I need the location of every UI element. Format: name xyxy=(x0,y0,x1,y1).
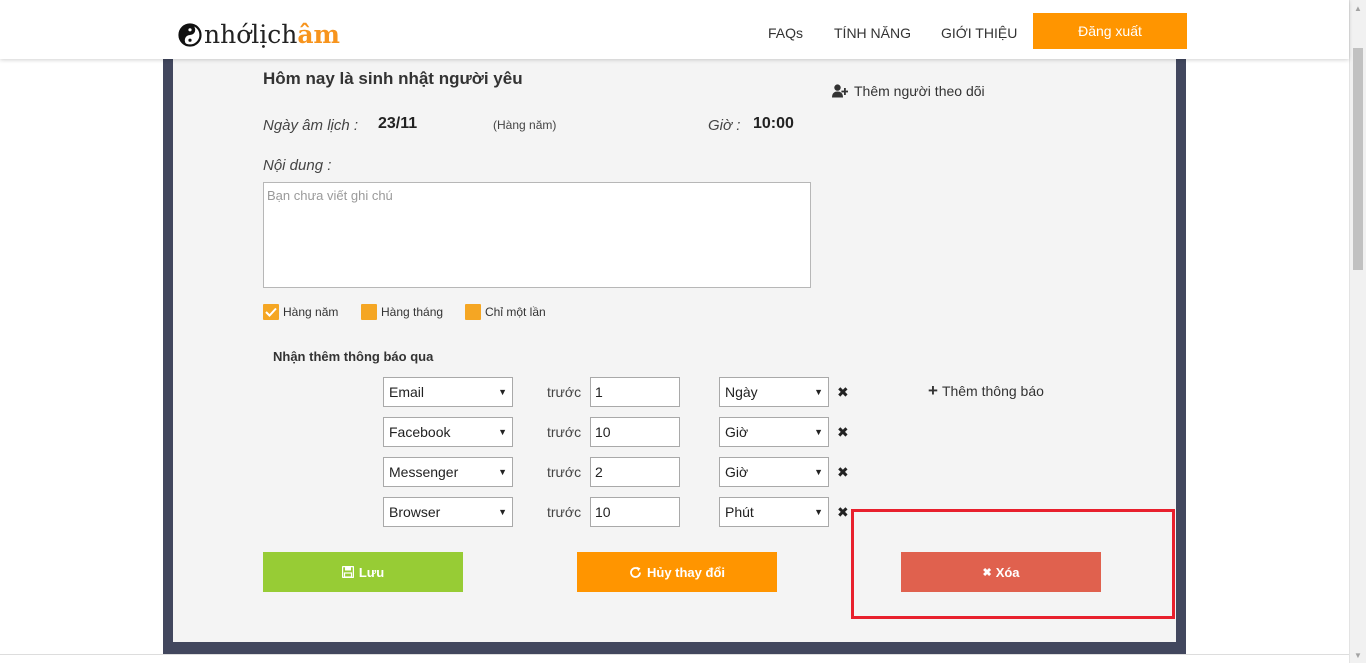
highlight-box xyxy=(851,509,1175,619)
repeat-option-once[interactable]: Chỉ một lần xyxy=(465,304,546,320)
dropdown-arrow-icon: ▼ xyxy=(814,427,823,437)
add-notification-link[interactable]: + Thêm thông báo xyxy=(928,381,1044,400)
checkbox-icon[interactable] xyxy=(361,304,377,320)
floppy-disk-icon xyxy=(341,566,354,578)
add-user-icon xyxy=(832,84,848,98)
unit-select-value: Phút xyxy=(725,504,754,520)
dropdown-arrow-icon: ▼ xyxy=(498,387,507,397)
channel-select-facebook[interactable]: Facebook ▼ xyxy=(383,417,513,447)
repeat-option-label: Hàng tháng xyxy=(381,305,444,319)
unit-select-email[interactable]: Ngày ▼ xyxy=(719,377,829,407)
amount-input-browser[interactable] xyxy=(590,497,680,527)
dropdown-arrow-icon: ▼ xyxy=(498,507,507,517)
dropdown-arrow-icon: ▼ xyxy=(814,507,823,517)
amount-input-messenger[interactable] xyxy=(590,457,680,487)
nav-features[interactable]: TÍNH NĂNG xyxy=(834,24,911,42)
unit-select-value: Giờ xyxy=(725,464,749,480)
site-logo[interactable]: nhớlịch âm xyxy=(178,15,340,49)
content-textarea[interactable] xyxy=(263,182,811,288)
save-button[interactable]: Lưu xyxy=(263,552,463,592)
remove-notification-icon[interactable]: ✖ xyxy=(837,424,849,441)
discard-changes-button[interactable]: Hủy thay đổi xyxy=(577,552,777,592)
unit-select-browser[interactable]: Phút ▼ xyxy=(719,497,829,527)
repeat-note: (Hàng năm) xyxy=(493,118,557,132)
channel-select-value: Messenger xyxy=(389,464,459,480)
before-label: trước xyxy=(547,384,582,400)
dropdown-arrow-icon: ▼ xyxy=(814,467,823,477)
logo-text-main: nhớlịch xyxy=(204,20,298,49)
before-label: trước xyxy=(547,424,582,440)
plus-icon: + xyxy=(928,381,938,400)
channel-select-messenger[interactable]: Messenger ▼ xyxy=(383,457,513,487)
repeat-option-monthly[interactable]: Hàng tháng xyxy=(361,304,443,320)
lunar-date-label: Ngày âm lịch : xyxy=(263,117,359,134)
checkbox-checked-icon[interactable] xyxy=(263,304,279,320)
time-label: Giờ : xyxy=(708,117,741,134)
dropdown-arrow-icon: ▼ xyxy=(498,467,507,477)
channel-select-email[interactable]: Email ▼ xyxy=(383,377,513,407)
add-follower-link[interactable]: Thêm người theo dõi xyxy=(832,83,985,99)
lunar-date-value: 23/11 xyxy=(378,115,418,132)
discard-changes-label: Hủy thay đổi xyxy=(646,564,725,580)
before-label: trước xyxy=(547,464,582,480)
unit-select-value: Ngày xyxy=(725,384,758,400)
logout-button[interactable]: Đăng xuất xyxy=(1033,13,1187,49)
repeat-option-label: Chỉ một lần xyxy=(485,305,546,319)
unit-select-messenger[interactable]: Giờ ▼ xyxy=(719,457,829,487)
before-label: trước xyxy=(547,504,582,520)
nav-about[interactable]: GIỚI THIỆU xyxy=(941,24,1017,42)
dropdown-arrow-icon: ▼ xyxy=(498,427,507,437)
page-bottom xyxy=(0,654,1349,663)
repeat-option-label: Hàng năm xyxy=(283,305,339,319)
unit-select-facebook[interactable]: Giờ ▼ xyxy=(719,417,829,447)
amount-input-facebook[interactable] xyxy=(590,417,680,447)
add-follower-label: Thêm người theo dõi xyxy=(854,83,985,99)
unit-select-value: Giờ xyxy=(725,424,749,440)
logo-text-accent: âm xyxy=(297,20,341,49)
channel-select-browser[interactable]: Browser ▼ xyxy=(383,497,513,527)
amount-input-email[interactable] xyxy=(590,377,680,407)
scroll-up-arrow-icon[interactable]: ▲ xyxy=(1350,0,1366,16)
time-value: 10:00 xyxy=(753,115,794,132)
refresh-icon xyxy=(630,566,641,578)
yin-yang-logo-icon xyxy=(178,23,202,47)
channel-select-value: Facebook xyxy=(389,424,451,440)
page-scrollbar[interactable]: ▲ ▼ xyxy=(1349,0,1366,663)
content-label: Nội dung : xyxy=(263,157,332,174)
event-title: Hôm nay là sinh nhật người yêu xyxy=(263,69,523,88)
repeat-option-yearly[interactable]: Hàng năm xyxy=(263,304,338,320)
save-label: Lưu xyxy=(358,564,385,580)
top-navbar: nhớlịch âm FAQs TÍNH NĂNG GIỚI THIỆU Đăng… xyxy=(0,0,1349,59)
nav-faqs[interactable]: FAQs xyxy=(768,24,803,42)
notifications-title: Nhận thêm thông báo qua xyxy=(273,349,434,364)
remove-notification-icon[interactable]: ✖ xyxy=(837,384,849,401)
remove-notification-icon[interactable]: ✖ xyxy=(837,504,849,521)
channel-select-value: Browser xyxy=(389,504,441,520)
scroll-thumb[interactable] xyxy=(1353,48,1363,270)
dropdown-arrow-icon: ▼ xyxy=(814,387,823,397)
checkbox-icon[interactable] xyxy=(465,304,481,320)
remove-notification-icon[interactable]: ✖ xyxy=(837,464,849,481)
scroll-down-arrow-icon[interactable]: ▼ xyxy=(1350,647,1366,663)
channel-select-value: Email xyxy=(389,384,425,400)
add-notification-label: Thêm thông báo xyxy=(941,383,1044,399)
